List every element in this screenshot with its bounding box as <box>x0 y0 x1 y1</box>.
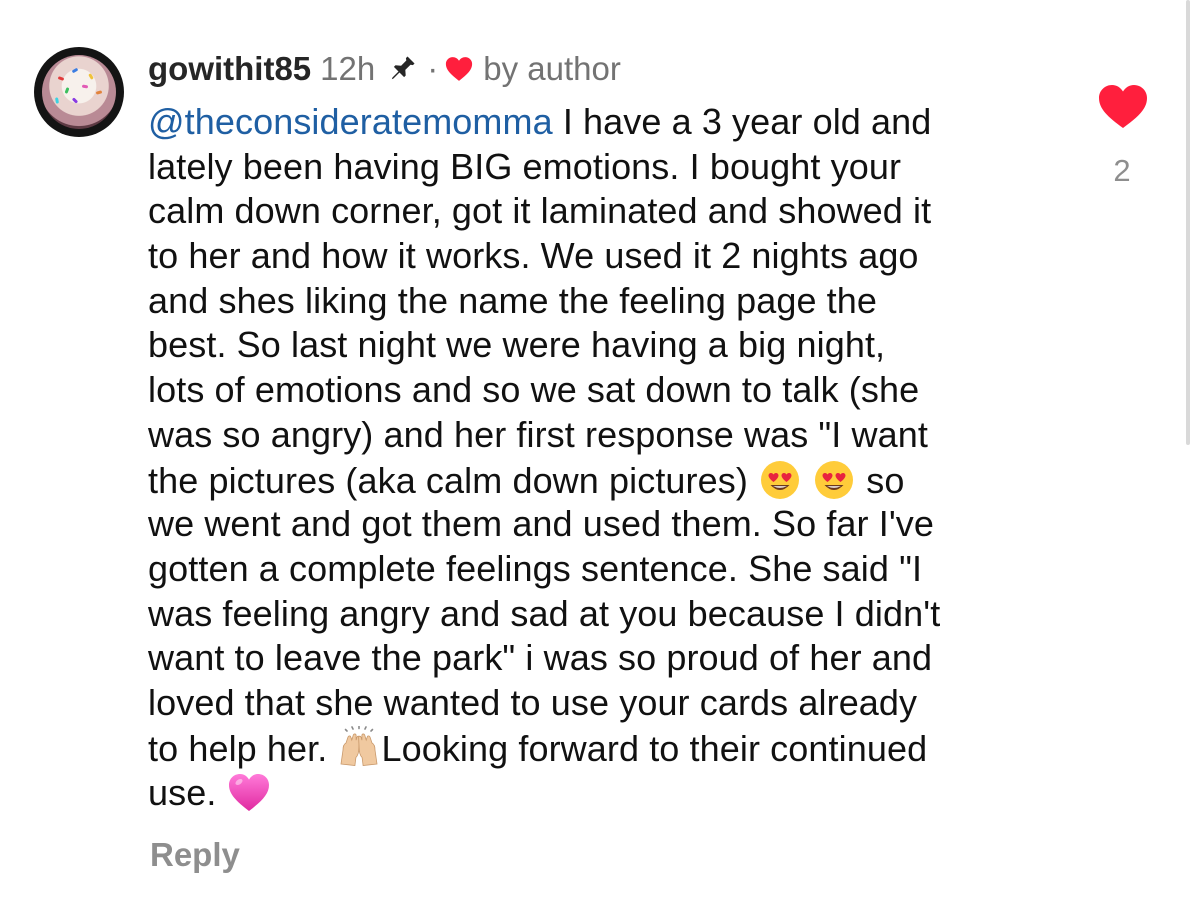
timestamp: 12h <box>320 50 376 87</box>
comment-line: to help her. Looking forward to their co… <box>148 725 1053 771</box>
like-button[interactable] <box>1097 82 1149 130</box>
comment-line: was so angry) and her first response was… <box>148 413 928 455</box>
comment-line: to her and how it works. We used it 2 ni… <box>148 235 919 277</box>
avatar-image <box>42 55 116 129</box>
pin-icon <box>385 52 419 86</box>
comment-line: best. So last night we were having a big… <box>148 324 886 366</box>
comment-line: we went and got them and used them. So f… <box>148 503 935 545</box>
mention-link[interactable]: @theconsideratemomma <box>148 101 553 142</box>
avatar[interactable] <box>34 47 124 137</box>
avatar-sprinkle <box>95 90 103 95</box>
comment-line-text: so <box>856 459 905 501</box>
heart-eyes-emoji <box>812 458 856 502</box>
avatar-sprinkle <box>71 67 79 74</box>
avatar-sprinkle <box>55 97 59 104</box>
avatar-sprinkle <box>64 87 70 94</box>
separator-dot: · <box>427 50 439 87</box>
comment-text: @theconsideratemomma I have a 3 year old… <box>148 100 1053 815</box>
username[interactable]: gowithit85 <box>148 50 311 88</box>
comment-line: use. <box>148 770 1053 815</box>
comment-line: lots of emotions and so we sat down to t… <box>148 369 920 411</box>
comment-line-text: I have a 3 year old and <box>552 101 932 142</box>
heart-icon <box>1099 85 1147 128</box>
comment-header: gowithit85 12h · by author <box>148 49 621 89</box>
scrollbar[interactable] <box>1186 0 1190 445</box>
comment-line: lately been having BIG emotions. I bough… <box>148 145 902 187</box>
avatar-sprinkle <box>88 73 94 80</box>
liked-by-author-label: by author <box>483 50 621 87</box>
comment-line: want to leave the park" i was so proud o… <box>148 637 933 679</box>
pink-heart-emoji <box>227 770 271 814</box>
reply-button[interactable]: Reply <box>150 836 240 874</box>
heart-icon <box>444 54 474 84</box>
raising-hands-emoji <box>337 725 381 770</box>
avatar-sprinkle <box>81 84 89 89</box>
heart-eyes-emoji <box>758 458 802 502</box>
comment-line: calm down corner, got it laminated and s… <box>148 190 932 232</box>
comment-line-text: Looking forward to their continued <box>381 727 928 769</box>
comment-line: gotten a complete feelings sentence. She… <box>148 547 923 589</box>
comment-line: was feeling angry and sad at you because… <box>148 592 941 634</box>
avatar-sprinkle <box>71 97 79 104</box>
avatar-sprinkle <box>57 76 65 81</box>
comment-line-text: to help her. <box>148 727 338 769</box>
comment-line: loved that she wanted to use your cards … <box>148 681 918 723</box>
like-count: 2 <box>1113 153 1131 188</box>
comment-line: @theconsideratemomma I have a 3 year old… <box>148 100 1053 145</box>
comment-line-text: the pictures (aka calm down pictures) <box>148 459 759 501</box>
comment-line: the pictures (aka calm down pictures) so <box>148 458 1053 503</box>
comment-line-text: use. <box>148 772 227 814</box>
comment-line: and shes liking the name the feeling pag… <box>148 279 878 321</box>
